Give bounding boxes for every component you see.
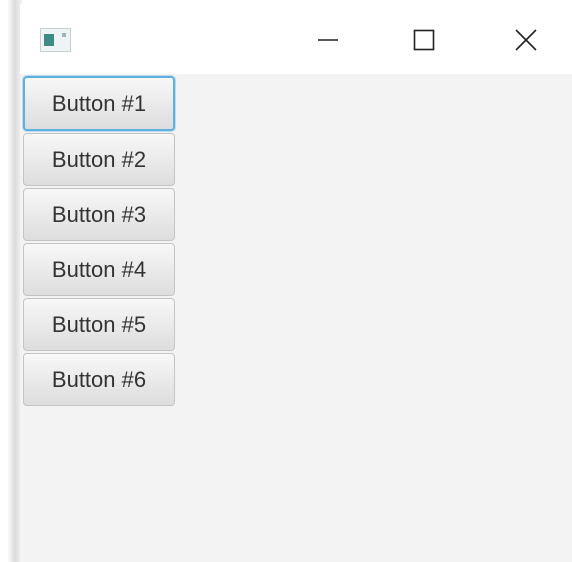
minimize-button[interactable] — [300, 14, 356, 66]
button-3[interactable]: Button #3 — [23, 188, 175, 241]
button-6[interactable]: Button #6 — [23, 353, 175, 406]
button-column: Button #1 Button #2 Button #3 Button #4 … — [23, 76, 175, 408]
maximize-icon — [413, 29, 435, 51]
screenshot-canvas: Button #1 Button #2 Button #3 Button #4 … — [0, 0, 572, 562]
button-2[interactable]: Button #2 — [23, 133, 175, 186]
button-5[interactable]: Button #5 — [23, 298, 175, 351]
application-window: Button #1 Button #2 Button #3 Button #4 … — [20, 4, 572, 562]
app-window-icon[interactable] — [40, 28, 71, 52]
button-1[interactable]: Button #1 — [23, 76, 175, 131]
close-button[interactable] — [498, 14, 554, 66]
app-icon-dot — [62, 33, 66, 37]
close-icon — [515, 29, 537, 51]
maximize-button[interactable] — [396, 14, 452, 66]
button-4[interactable]: Button #4 — [23, 243, 175, 296]
title-bar[interactable] — [20, 4, 572, 74]
minimize-icon — [318, 39, 338, 41]
app-icon-pane — [44, 34, 54, 46]
